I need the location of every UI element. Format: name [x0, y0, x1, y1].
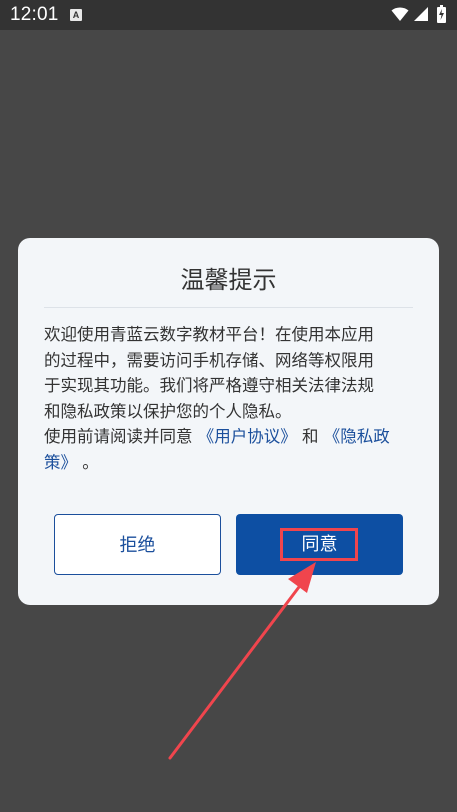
- signal-icon: [414, 7, 428, 21]
- body-line-agreement: 使用前请阅读并同意 《用户协议》 和 《隐私政: [44, 424, 416, 450]
- body-line: 于实现其功能。我们将严格遵守相关法律法规: [44, 376, 374, 395]
- dialog-title: 温馨提示: [180, 266, 277, 294]
- ending-text: 。: [77, 452, 99, 472]
- body-line: 和隐私政策以保护您的个人隐私。: [44, 401, 292, 421]
- privacy-policy-link[interactable]: 《隐私政: [324, 427, 390, 446]
- wifi-icon: [391, 7, 409, 21]
- user-agreement-link[interactable]: 《用户协议》: [198, 427, 297, 446]
- and-text: 和: [296, 427, 324, 446]
- body-line: 的过程中，需要访问手机存储、网络等权限用: [44, 350, 374, 370]
- status-time: 12:01: [10, 4, 59, 25]
- agreement-prefix: 使用前请阅读并同意: [44, 427, 198, 446]
- agree-button[interactable]: 同意: [236, 514, 403, 575]
- battery-charging-icon: [437, 5, 446, 23]
- notification-a-icon: A: [70, 9, 82, 21]
- reject-button[interactable]: 拒绝: [54, 514, 221, 575]
- body-line: 欢迎使用青蓝云数字教材平台！在使用本应用: [44, 325, 374, 344]
- dialog-body: 欢迎使用青蓝云数字教材平台！在使用本应用 的过程中，需要访问手机存储、网络等权限…: [44, 322, 416, 475]
- title-divider: [44, 307, 413, 308]
- status-bar: 12:01 A: [0, 0, 457, 30]
- privacy-policy-link-continued[interactable]: 策》: [44, 453, 77, 472]
- body-line-agreement-end: 策》 。: [44, 450, 416, 476]
